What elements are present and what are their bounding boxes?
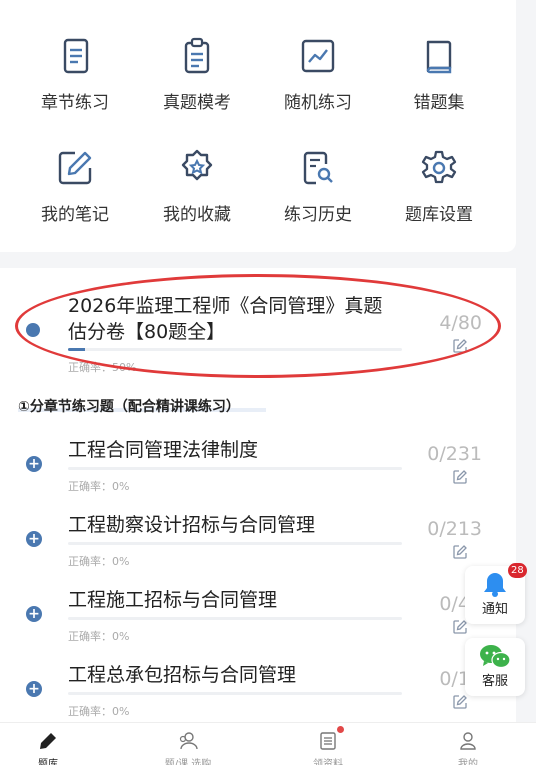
grid-item-label: 随机练习 — [284, 93, 352, 113]
grid-item-my-favorites[interactable]: 我的收藏 — [137, 148, 257, 225]
expand-plus-icon[interactable]: + — [26, 456, 42, 472]
question-bank-page: 章节练习 真题模考 随机练习 错题集 我的笔记 我的收藏 练习历史 题库设置 2… — [0, 0, 536, 765]
question-count: 0/213 — [427, 518, 482, 540]
grid-item-label: 我的笔记 — [41, 205, 109, 225]
edit-icon[interactable] — [452, 544, 468, 560]
notify-label: 通知 — [481, 602, 508, 617]
grid-item-label: 练习历史 — [284, 205, 352, 225]
edit-icon[interactable] — [452, 469, 468, 485]
expand-plus-icon[interactable]: + — [26, 606, 42, 622]
materials-new-dot — [337, 726, 344, 733]
history-search-icon — [303, 151, 333, 185]
expand-plus-icon[interactable]: + — [26, 531, 42, 547]
accuracy-text: 正确率：0% — [68, 480, 130, 493]
user-icon — [460, 732, 476, 750]
expand-plus-icon[interactable]: + — [26, 681, 42, 697]
chapter-title: 工程合同管理法律制度 — [68, 439, 259, 461]
service-label: 客服 — [481, 674, 508, 689]
nav-label: 题库 — [38, 759, 58, 765]
note-edit-icon — [58, 151, 92, 185]
clipboard-icon — [184, 37, 210, 74]
nav-tab-shop[interactable]: 题/课 选购 — [148, 731, 228, 765]
nav-label: 题/课 选购 — [164, 759, 212, 765]
chapter-title: 工程总承包招标与合同管理 — [68, 664, 297, 686]
nav-tab-question-bank[interactable]: 题库 — [8, 731, 88, 765]
customer-service-button[interactable]: 客服 — [465, 638, 525, 696]
featured-title-line2: 估分卷【80题全】 — [68, 321, 226, 343]
progress-bar — [68, 692, 402, 695]
settings-gear-icon — [421, 150, 457, 184]
feature-grid-card: 章节练习 真题模考 随机练习 错题集 我的笔记 我的收藏 练习历史 题库设置 — [0, 0, 516, 252]
nav-label: 领资料 — [313, 759, 343, 765]
line-chart-icon — [301, 39, 335, 73]
grid-item-label: 错题集 — [413, 93, 465, 113]
grid-item-wrong-questions[interactable]: 错题集 — [379, 36, 499, 113]
bell-icon — [484, 573, 506, 597]
grid-item-label: 章节练习 — [41, 93, 109, 113]
grid-item-label: 题库设置 — [405, 205, 473, 225]
favorite-badge-icon — [181, 149, 213, 181]
grid-item-mock-exam[interactable]: 真题模考 — [137, 36, 257, 113]
chapter-title: 工程施工招标与合同管理 — [68, 589, 278, 611]
nav-tab-mine[interactable]: 我的 — [428, 731, 508, 765]
question-count: 0/231 — [427, 443, 482, 465]
progress-fill — [68, 348, 85, 351]
chapter-title: 工程勘察设计招标与合同管理 — [68, 514, 316, 536]
grid-item-my-notes[interactable]: 我的笔记 — [15, 148, 135, 225]
edit-icon[interactable] — [452, 694, 468, 710]
people-icon — [179, 732, 198, 750]
notify-badge: 28 — [508, 563, 527, 578]
nav-tab-materials[interactable]: 领资料 — [288, 731, 368, 765]
progress-bar — [68, 542, 402, 545]
nav-label: 我的 — [458, 759, 478, 765]
bottom-nav: 题库 题/课 选购 领资料 我的 — [0, 722, 536, 765]
progress-bar — [68, 348, 402, 351]
accuracy-text: 正确率：0% — [68, 630, 130, 643]
progress-bar — [68, 467, 402, 470]
grid-item-label: 真题模考 — [163, 93, 231, 113]
document-list-icon — [63, 38, 89, 74]
featured-title-line1: 2026年监理工程师《合同管理》真题 — [68, 295, 383, 317]
list-doc-icon — [320, 732, 336, 750]
accuracy-text: 正确率：50% — [68, 361, 137, 374]
grid-item-random-practice[interactable]: 随机练习 — [258, 36, 378, 113]
grid-item-label: 我的收藏 — [163, 205, 231, 225]
grid-item-bank-settings[interactable]: 题库设置 — [379, 148, 499, 225]
accuracy-text: 正确率：0% — [68, 555, 130, 568]
book-icon — [426, 40, 452, 74]
grid-item-chapter-practice[interactable]: 章节练习 — [15, 36, 135, 113]
edit-icon[interactable] — [452, 619, 468, 635]
pencil-icon — [40, 733, 56, 749]
edit-icon[interactable] — [452, 338, 468, 354]
wechat-icon — [480, 645, 511, 669]
status-dot — [26, 323, 40, 337]
grid-item-practice-history[interactable]: 练习历史 — [258, 148, 378, 225]
question-count: 4/80 — [439, 312, 482, 334]
accuracy-text: 正确率：0% — [68, 705, 130, 718]
section-heading: ①分章节练习题（配合精讲课练习） — [18, 399, 240, 415]
progress-bar — [68, 617, 402, 620]
